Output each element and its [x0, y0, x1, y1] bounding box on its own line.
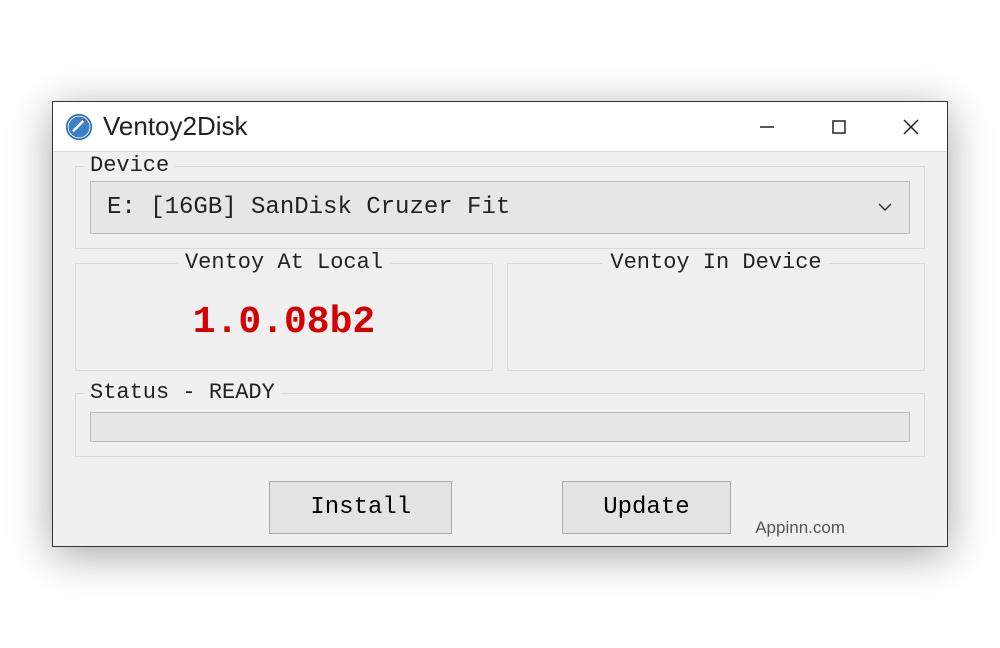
- device-select[interactable]: E: [16GB] SanDisk Cruzer Fit: [90, 181, 910, 234]
- version-device-box: Ventoy In Device: [507, 263, 925, 371]
- window-title: Ventoy2Disk: [103, 111, 731, 142]
- maximize-button[interactable]: [803, 102, 875, 151]
- minimize-button[interactable]: [731, 102, 803, 151]
- status-group: Status - READY: [75, 393, 925, 457]
- window-controls: [731, 102, 947, 151]
- version-row: Ventoy At Local 1.0.08b2 Ventoy In Devic…: [75, 263, 925, 371]
- button-row: Install Update Appinn.com: [75, 481, 925, 534]
- chevron-down-icon: [877, 199, 893, 217]
- version-local-label: Ventoy At Local: [177, 250, 391, 275]
- version-device-label: Ventoy In Device: [602, 250, 829, 275]
- status-label: Status - READY: [84, 380, 281, 405]
- app-window: Ventoy2Disk Device E: [16GB] SanDisk Cru…: [52, 101, 948, 547]
- device-group: Device E: [16GB] SanDisk Cruzer Fit: [75, 166, 925, 249]
- device-group-label: Device: [84, 153, 175, 178]
- device-selected-text: E: [16GB] SanDisk Cruzer Fit: [107, 194, 510, 221]
- progress-bar: [90, 412, 910, 442]
- watermark-text: Appinn.com: [755, 518, 845, 538]
- client-area: Device E: [16GB] SanDisk Cruzer Fit Vent…: [53, 152, 947, 546]
- version-local-value: 1.0.08b2: [193, 301, 375, 344]
- install-button[interactable]: Install: [269, 481, 452, 534]
- close-button[interactable]: [875, 102, 947, 151]
- app-icon: [65, 113, 93, 141]
- update-button[interactable]: Update: [562, 481, 730, 534]
- titlebar: Ventoy2Disk: [53, 102, 947, 152]
- version-local-box: Ventoy At Local 1.0.08b2: [75, 263, 493, 371]
